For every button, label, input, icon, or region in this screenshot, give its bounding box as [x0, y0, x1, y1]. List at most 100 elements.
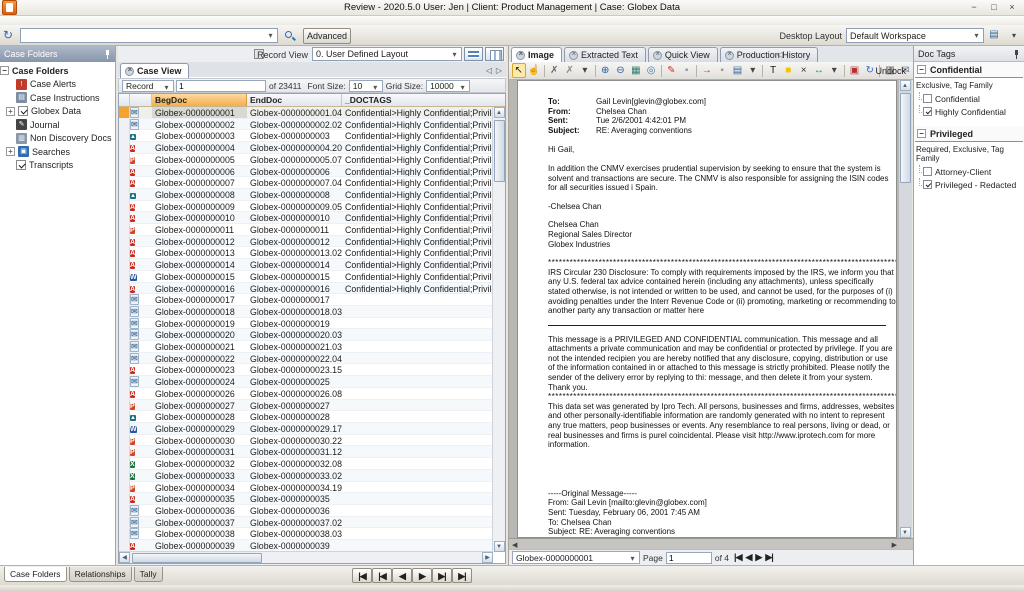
- pin-icon[interactable]: [103, 50, 111, 58]
- viewer-horizontal-scrollbar[interactable]: ◀ ▶: [509, 538, 913, 549]
- expand-icon[interactable]: +: [6, 147, 15, 156]
- chevron-down-icon[interactable]: ▾: [457, 82, 468, 93]
- pin-icon[interactable]: [1012, 50, 1020, 58]
- scroll-thumb[interactable]: [132, 553, 262, 563]
- table-row[interactable]: ✉Globex-0000000001Globex-0000000001.04Co…: [119, 107, 493, 119]
- table-row[interactable]: AGlobex-0000000006Globex-0000000006Confi…: [119, 166, 493, 178]
- tag-checkbox[interactable]: [923, 107, 932, 116]
- sidebar-item-searches[interactable]: +▣Searches: [0, 145, 116, 159]
- select-annotation-icon[interactable]: ✗: [563, 63, 577, 78]
- fit-width-icon[interactable]: ↔: [812, 63, 826, 78]
- table-row[interactable]: ✉Globex-0000000024Globex-0000000025: [119, 376, 493, 388]
- tag-checkbox[interactable]: [923, 167, 932, 176]
- grid-header-enddoc[interactable]: EndDoc: [247, 94, 342, 106]
- line-tool-icon[interactable]: ✎: [664, 63, 678, 78]
- scroll-down-icon[interactable]: ▼: [900, 527, 911, 538]
- save-dropdown-icon[interactable]: ▾: [746, 63, 760, 78]
- scroll-thumb[interactable]: [494, 120, 505, 182]
- sidebar-item-case-alerts[interactable]: !Case Alerts: [0, 78, 116, 92]
- tab-close-icon[interactable]: [653, 51, 662, 60]
- fit-dropdown-icon[interactable]: ▾: [827, 63, 841, 78]
- tab-production-history[interactable]: Production History: [720, 47, 819, 62]
- tag-group-header-confidential[interactable]: −Confidential: [914, 62, 1024, 77]
- annotation-dropdown-icon[interactable]: ▾: [578, 63, 592, 78]
- collapse-icon[interactable]: −: [0, 66, 9, 75]
- sidebar-item-globex-data[interactable]: +Globex Data: [0, 105, 116, 119]
- tab-quick-view[interactable]: Quick View: [648, 47, 718, 62]
- bottom-tab-case-folders[interactable]: Case Folders: [4, 567, 67, 582]
- scroll-thumb[interactable]: [900, 93, 911, 183]
- maximize-button[interactable]: □: [984, 1, 1004, 14]
- desktop-layout-combo[interactable]: Default Workspace ▾: [846, 28, 984, 43]
- font-size-combo[interactable]: 10 ▾: [349, 80, 383, 92]
- page-nav-button[interactable]: ◀: [746, 552, 752, 562]
- table-row[interactable]: AGlobex-0000000013Globex-0000000013.02Co…: [119, 247, 493, 259]
- expand-icon[interactable]: +: [6, 107, 15, 116]
- tab-close-icon[interactable]: [569, 51, 578, 60]
- search-input[interactable]: [23, 30, 263, 41]
- page-nav-button[interactable]: ▶: [755, 552, 761, 562]
- pan-hand-icon[interactable]: ☝: [527, 63, 541, 78]
- minimize-button[interactable]: −: [964, 1, 984, 14]
- tab-scroll-right-icon[interactable]: ▷: [496, 66, 502, 75]
- tab-close-icon[interactable]: [516, 51, 525, 60]
- row-view-toggle-button[interactable]: [464, 47, 483, 61]
- viewer-vertical-scrollbar[interactable]: ▲ ▼: [899, 80, 912, 538]
- bottom-tab-tally[interactable]: Tally: [134, 567, 163, 582]
- table-row[interactable]: AGlobex-0000000012Globex-0000000012Confi…: [119, 236, 493, 248]
- tag-item-confidential[interactable]: Confidential: [914, 92, 1024, 105]
- highlight-tool-icon[interactable]: ■: [781, 63, 795, 78]
- table-row[interactable]: ▲Globex-0000000003Globex-0000000003Confi…: [119, 130, 493, 142]
- collapse-icon[interactable]: −: [917, 65, 926, 74]
- tab-close-icon[interactable]: [125, 67, 134, 76]
- line-options-icon[interactable]: ▪: [679, 63, 693, 78]
- table-row[interactable]: WGlobex-0000000015Globex-0000000015Confi…: [119, 271, 493, 283]
- table-row[interactable]: ✉Globex-0000000018Globex-0000000018.03: [119, 306, 493, 318]
- arrow-tool-icon[interactable]: →: [700, 63, 714, 78]
- table-row[interactable]: AGlobex-0000000014Globex-0000000014Confi…: [119, 259, 493, 271]
- sidebar-item-case-instructions[interactable]: ▤Case Instructions: [0, 91, 116, 105]
- ocr-zone-icon[interactable]: ▣: [847, 63, 861, 78]
- document-id-combo[interactable]: Globex-0000000001 ▾: [512, 551, 640, 564]
- tab-scroll-left-icon[interactable]: ◁: [486, 66, 492, 75]
- tag-item-highly-confidential[interactable]: Highly Confidential: [914, 105, 1024, 118]
- table-row[interactable]: PGlobex-0000000011Globex-0000000011Confi…: [119, 224, 493, 236]
- save-layout-icon[interactable]: ▤: [986, 28, 1002, 43]
- table-row[interactable]: PGlobex-0000000030Globex-0000000030.22: [119, 435, 493, 447]
- table-row[interactable]: AGlobex-0000000023Globex-0000000023.15: [119, 364, 493, 376]
- scroll-down-icon[interactable]: ▼: [494, 541, 505, 552]
- table-row[interactable]: ✉Globex-0000000020Globex-0000000020.03: [119, 329, 493, 341]
- page-number-input[interactable]: [666, 552, 712, 564]
- table-row[interactable]: ✉Globex-0000000021Globex-0000000021.03: [119, 341, 493, 353]
- column-view-toggle-button[interactable]: [485, 47, 504, 61]
- record-field-combo[interactable]: Record ▾: [122, 80, 174, 92]
- scroll-left-icon[interactable]: ◀: [119, 552, 130, 563]
- zoom-region-icon[interactable]: ◎: [644, 63, 658, 78]
- table-row[interactable]: AGlobex-0000000007Globex-0000000007.04Co…: [119, 177, 493, 189]
- close-button[interactable]: ×: [1002, 1, 1022, 14]
- chevron-down-icon[interactable]: ▾: [370, 82, 381, 93]
- scroll-up-icon[interactable]: ▲: [494, 107, 505, 118]
- search-history-icon[interactable]: ↻: [3, 28, 17, 42]
- tag-item-attorney-client[interactable]: Attorney-Client: [914, 165, 1024, 178]
- table-row[interactable]: AGlobex-0000000009Globex-0000000009.05Co…: [119, 201, 493, 213]
- table-row[interactable]: AGlobex-0000000016Globex-0000000016Confi…: [119, 283, 493, 295]
- table-row[interactable]: AGlobex-0000000039Globex-0000000039: [119, 540, 493, 552]
- tag-item-privileged-redacted[interactable]: Privileged - Redacted: [914, 178, 1024, 191]
- record-nav-button[interactable]: |◀: [352, 568, 372, 583]
- scroll-right-icon[interactable]: ▶: [482, 552, 493, 563]
- chevron-down-icon[interactable]: ▾: [449, 49, 460, 60]
- table-row[interactable]: PGlobex-0000000031Globex-0000000031.12: [119, 446, 493, 458]
- table-row[interactable]: ▲Globex-0000000008Globex-0000000008Confi…: [119, 189, 493, 201]
- text-annotation-icon[interactable]: T: [766, 63, 780, 78]
- record-nav-button[interactable]: ▶: [412, 568, 432, 583]
- record-number-input[interactable]: [176, 80, 266, 92]
- table-row[interactable]: PGlobex-0000000005Globex-0000000005.07Co…: [119, 154, 493, 166]
- sidebar-item-journal[interactable]: ✎Journal: [0, 118, 116, 132]
- record-nav-button[interactable]: ▶|: [432, 568, 452, 583]
- scroll-up-icon[interactable]: ▲: [900, 80, 911, 91]
- table-row[interactable]: ✉Globex-0000000036Globex-0000000036: [119, 505, 493, 517]
- bottom-tab-relationships[interactable]: Relationships: [69, 567, 132, 582]
- chevron-down-icon[interactable]: ▾: [265, 30, 276, 41]
- search-combo[interactable]: ▾: [20, 28, 278, 43]
